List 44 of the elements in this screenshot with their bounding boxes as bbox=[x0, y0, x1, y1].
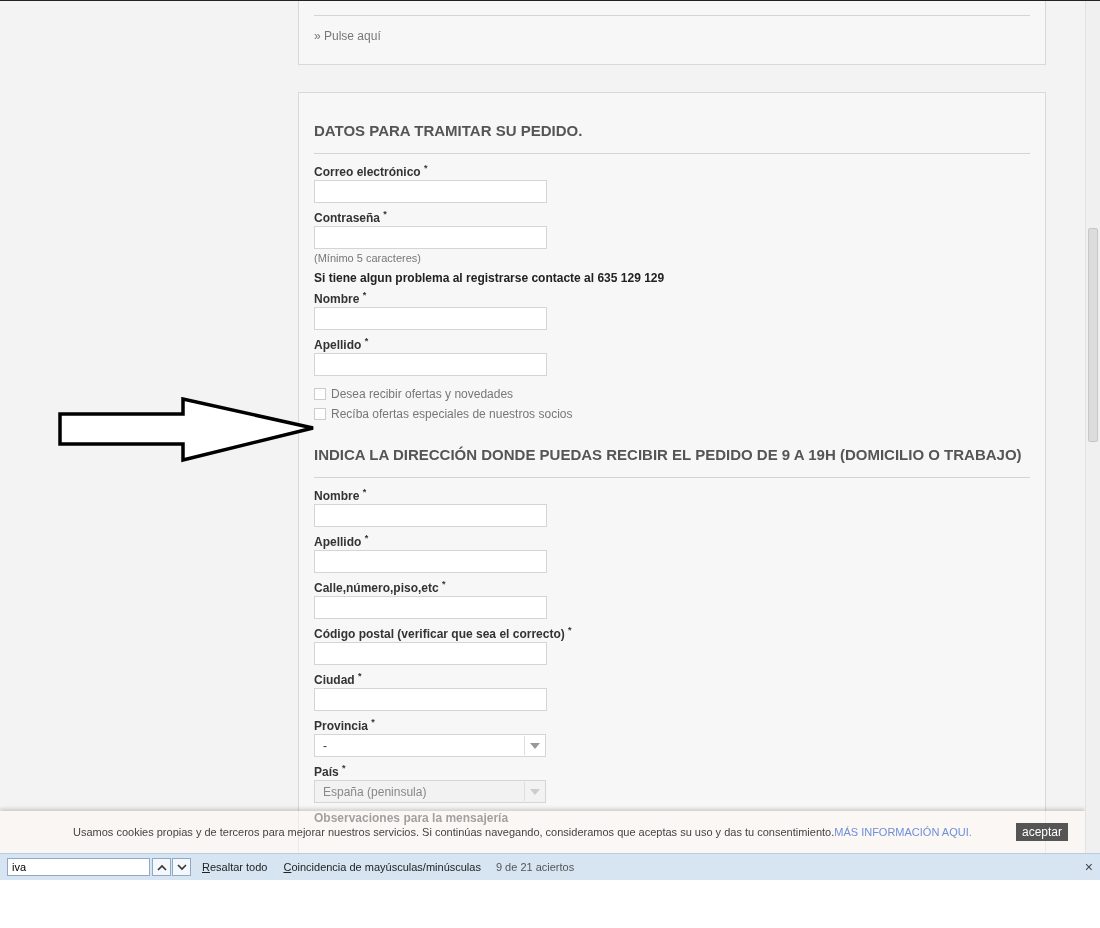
notice-text: Si tiene algun problema al registrarse contacte al 635 129 129 bbox=[314, 271, 665, 285]
select-field[interactable]: - bbox=[314, 734, 546, 757]
input-field[interactable] bbox=[314, 226, 547, 249]
input-field[interactable] bbox=[314, 596, 547, 619]
checkbox[interactable] bbox=[314, 388, 326, 400]
field-label: Observaciones para la mensajería bbox=[314, 811, 509, 825]
chevron-down-icon bbox=[176, 863, 187, 871]
field-label: Calle,número,piso,etc $^{*}$ bbox=[314, 581, 446, 595]
highlight-all-button[interactable]: Resaltar todo bbox=[202, 861, 268, 873]
field-label: Apellido $^{*}$ bbox=[314, 535, 369, 549]
field-label: Código postal (verificar que sea el correcto) $^{*}$ bbox=[314, 627, 572, 641]
input-field[interactable] bbox=[314, 688, 547, 711]
input-field[interactable] bbox=[314, 550, 547, 573]
input-field[interactable] bbox=[314, 353, 547, 376]
field-label: País $^{*}$ bbox=[314, 765, 346, 779]
close-button[interactable]: × bbox=[1084, 859, 1093, 875]
checkbox[interactable] bbox=[314, 408, 326, 420]
scroll-thumb[interactable] bbox=[1088, 228, 1098, 442]
input-field[interactable] bbox=[314, 642, 547, 665]
input-field[interactable] bbox=[314, 180, 547, 203]
match-case-button[interactable]: Coincidencia de mayúsculas/minúsculas bbox=[283, 861, 481, 873]
find-field[interactable]: iva bbox=[7, 858, 150, 876]
hint-text: (Mínimo 5 caracteres) bbox=[314, 251, 421, 265]
checkbox-label: Recíba ofertas especiales de nuestros socios bbox=[331, 407, 573, 421]
field-label: Apellido $^{*}$ bbox=[314, 338, 369, 352]
next-button[interactable] bbox=[172, 858, 191, 876]
field-label: Contraseña $^{*}$ bbox=[314, 211, 387, 225]
field-label: Correo electrónico $^{*}$ bbox=[314, 165, 428, 179]
field-label: Nombre $^{*}$ bbox=[314, 489, 367, 503]
chevron-up-icon bbox=[156, 863, 167, 871]
section-title: INDICA LA DIRECCIÓN DONDE PUEDAS RECIBIR EL PEDIDO DE 9 A 19H (DOMICILIO O TRABAJO) bbox=[314, 446, 1023, 463]
checkbox-label: Desea recibir ofertas y novedades bbox=[331, 387, 514, 401]
field-label: Nombre $^{*}$ bbox=[314, 292, 367, 306]
accept-button[interactable]: aceptar bbox=[1015, 823, 1068, 841]
pulse-link[interactable]: » Pulse aquí bbox=[314, 29, 381, 43]
scrollbar[interactable] bbox=[1085, 1, 1100, 853]
input-field[interactable] bbox=[314, 307, 547, 330]
input-field[interactable] bbox=[314, 504, 547, 527]
section-title: DATOS PARA TRAMITAR SU PEDIDO. bbox=[314, 122, 584, 139]
cookie-text: Usamos cookies propias y de terceros para mejorar nuestros servicios. Si continúas navegando, consideramos que aceptas su uso y das tu consentimiento.MÁS INFORMACIÓN AQUI. bbox=[73, 826, 972, 838]
previous-button[interactable] bbox=[152, 858, 171, 876]
match-count: 9 de 21 aciertos bbox=[495, 861, 575, 873]
field-label: Provincia $^{*}$ bbox=[314, 719, 375, 733]
field-label: Ciudad $^{*}$ bbox=[314, 673, 362, 687]
